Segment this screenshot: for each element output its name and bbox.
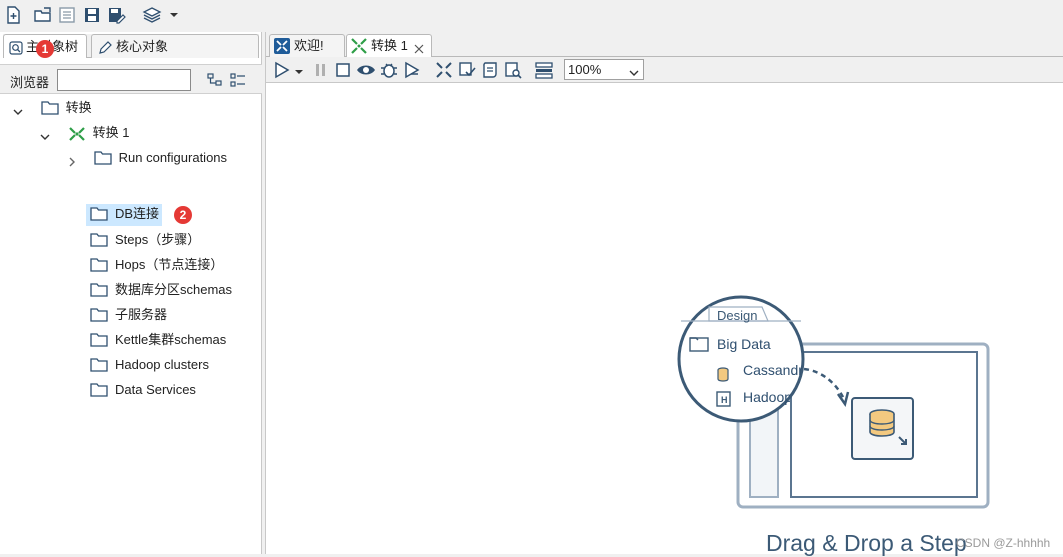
perspective-layers-icon[interactable] (142, 5, 162, 25)
replay-icon[interactable] (402, 60, 422, 80)
tree-item-label: Hadoop clusters (115, 357, 209, 372)
annotation-badge-2: 2 (174, 206, 192, 224)
tree-item-slave-servers[interactable]: 子服务器 (90, 305, 167, 327)
dropdown-arrow-icon[interactable] (168, 9, 180, 21)
tree-item-label: 子服务器 (115, 307, 168, 322)
tree-item-hops[interactable]: Hops（节点连接） (90, 255, 223, 277)
close-icon[interactable] (413, 40, 425, 54)
tree-item-hadoop-clusters[interactable]: Hadoop clusters (90, 355, 209, 377)
transformation-icon (68, 126, 86, 141)
tab-welcome[interactable]: 欢迎! (269, 34, 345, 57)
chevron-down-icon[interactable] (40, 128, 50, 140)
chevron-down-icon (628, 64, 640, 76)
main-toolbar (0, 0, 1063, 32)
save-as-icon[interactable] (106, 5, 126, 25)
sql-icon[interactable] (480, 60, 500, 80)
browser-search-input[interactable] (57, 69, 191, 91)
left-panel: 主对象树 核心对象 1 浏览器 转换 转换 1 (0, 32, 262, 554)
tab-transformation[interactable]: 转换 1 (346, 34, 432, 57)
tree-item-data-services[interactable]: Data Services (90, 380, 196, 402)
expand-tree-icon[interactable] (207, 72, 223, 88)
debug-icon[interactable] (379, 60, 399, 80)
stop-icon[interactable] (333, 60, 353, 80)
tab-core-label: 核心对象 (116, 39, 169, 54)
chevron-down-icon[interactable] (13, 103, 23, 115)
tree-item-partition-schemas[interactable]: 数据库分区schemas (90, 280, 232, 302)
browser-label: 浏览器 (10, 75, 50, 90)
folder-icon (40, 101, 59, 115)
tree-item-db-connections[interactable]: DB连接 (86, 204, 162, 226)
annotation-badge-1: 1 (36, 40, 54, 58)
zoom-select[interactable]: 100% (564, 59, 644, 80)
folder-icon (90, 333, 108, 347)
illustration-tab-label: Design (717, 308, 758, 323)
illustration-folder-label: Big Data (717, 336, 771, 352)
illustration-item-label: Hadoop (743, 389, 790, 405)
chevron-right-icon[interactable] (67, 153, 77, 167)
tree-item-label: Steps（步骤） (115, 232, 201, 247)
drag-drop-illustration (677, 295, 990, 509)
tree-item-cluster-schemas[interactable]: Kettle集群schemas (90, 330, 226, 352)
folder-icon (90, 233, 108, 247)
folder-icon (90, 358, 108, 372)
drag-drop-hint: Drag & Drop a Step (766, 530, 967, 556)
explore-db-icon[interactable] (503, 60, 523, 80)
open-icon[interactable] (33, 5, 53, 25)
browser-row: 浏览器 (0, 64, 262, 94)
tab-transformation-label: 转换 1 (371, 38, 408, 53)
new-file-icon[interactable] (3, 5, 23, 25)
impact-analysis-icon[interactable] (457, 60, 477, 80)
tree-item-steps[interactable]: Steps（步骤） (90, 230, 200, 252)
watermark: CSDN @Z-hhhhh (956, 536, 1051, 550)
tree-item-run-configurations[interactable]: Run configurations (66, 148, 227, 170)
folder-icon (90, 207, 108, 221)
right-panel: 欢迎! 转换 1 100% Design Big Data Cassandr H… (265, 32, 1063, 556)
tree-item-label: 数据库分区schemas (115, 282, 233, 297)
document-tabs: 欢迎! 转换 1 (266, 32, 1063, 57)
tree-root-label: 转换 (65, 100, 92, 115)
tree-item-label: Hops（节点连接） (115, 257, 224, 272)
illustration-item-label: Cassandr (743, 362, 802, 378)
run-dropdown-icon[interactable] (294, 65, 304, 75)
run-icon[interactable] (272, 60, 292, 80)
transformation-icon (351, 38, 367, 54)
tab-core-objects[interactable]: 核心对象 (91, 34, 259, 58)
align-grid-icon[interactable] (534, 60, 554, 80)
tree-transformation-label: 转换 1 (92, 125, 130, 140)
welcome-icon (274, 38, 290, 54)
tab-welcome-label: 欢迎! (294, 38, 324, 53)
pause-icon[interactable] (311, 60, 331, 80)
zoom-value: 100% (568, 62, 602, 77)
tree-transformation-node[interactable]: 转换 1 (37, 123, 129, 145)
magnifier-icon (9, 39, 23, 55)
collapse-tree-icon[interactable] (230, 72, 246, 88)
tree-item-label: Kettle集群schemas (115, 332, 227, 347)
hadoop-icon: H (721, 395, 728, 405)
explore-repository-icon[interactable] (57, 5, 77, 25)
canvas-toolbar: 100% (266, 57, 1063, 83)
transformation-canvas[interactable]: Design Big Data Cassandr H Hadoop Drag &… (266, 84, 1063, 556)
folder-icon (93, 151, 112, 165)
folder-icon (90, 283, 108, 297)
verify-icon[interactable] (434, 60, 454, 80)
tree-item-label: Run configurations (118, 150, 228, 165)
folder-icon (90, 383, 108, 397)
tree-item-label: Data Services (115, 382, 196, 397)
folder-icon (90, 308, 108, 322)
save-icon[interactable] (82, 5, 102, 25)
folder-icon (90, 258, 108, 272)
pencil-icon (98, 39, 112, 54)
tree-item-label: DB连接 (115, 206, 160, 221)
tree-root-node[interactable]: 转换 (10, 98, 92, 120)
preview-icon[interactable] (356, 60, 376, 80)
